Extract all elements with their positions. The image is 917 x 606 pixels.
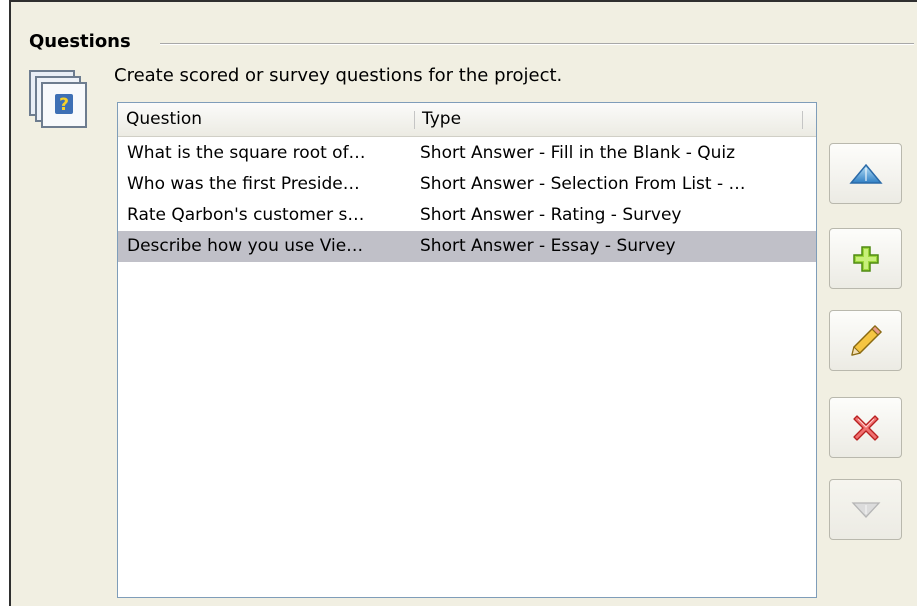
questions-stack-icon: ? [28,69,100,129]
type-cell: Short Answer - Rating - Survey [420,205,682,225]
column-separator[interactable] [802,111,803,129]
question-cell: Who was the first Preside… [127,174,360,194]
table-body: What is the square root of… Short Answer… [118,138,816,262]
svg-text:?: ? [59,95,69,115]
table-row[interactable]: Rate Qarbon's customer s… Short Answer -… [118,200,816,231]
table-row[interactable]: What is the square root of… Short Answer… [118,138,816,169]
add-question-button[interactable] [829,228,902,289]
question-cell: What is the square root of… [127,143,366,163]
move-up-button[interactable] [829,143,902,204]
delete-question-button[interactable] [829,397,902,458]
edit-question-button[interactable] [829,310,902,371]
type-cell: Short Answer - Fill in the Blank - Quiz [420,143,736,163]
triangle-down-icon [851,501,880,518]
type-cell: Short Answer - Essay - Survey [420,236,676,256]
table-row-selected[interactable]: Describe how you use Vie… Short Answer -… [118,231,816,262]
questions-table: Question Type What is the square root of… [117,102,817,598]
table-row[interactable]: Who was the first Preside… Short Answer … [118,169,816,200]
section-description: Create scored or survey questions for th… [114,65,563,86]
pencil-icon [850,324,882,356]
section-title: Questions [29,31,131,52]
column-header-question[interactable]: Question [118,103,414,136]
column-header-type[interactable]: Type [414,103,804,136]
triangle-up-icon [848,163,883,184]
section-divider [160,43,914,45]
questions-panel: Questions ? Create scored or survey ques… [9,0,917,606]
question-cell: Rate Qarbon's customer s… [127,205,365,225]
move-down-button[interactable] [829,479,902,540]
table-header: Question Type [118,103,816,137]
question-cell: Describe how you use Vie… [127,236,364,256]
plus-icon [852,245,879,272]
type-cell: Short Answer - Selection From List - … [420,174,746,194]
x-icon [852,414,879,441]
